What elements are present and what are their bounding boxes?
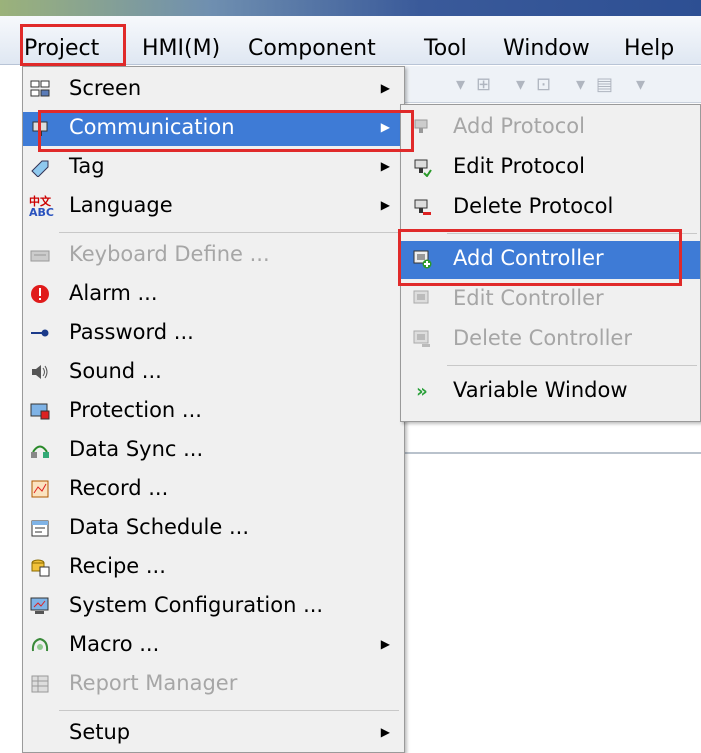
menu-item-macro[interactable]: Macro ... ▶ bbox=[23, 629, 404, 663]
toolbar-grid-icon[interactable]: ⊡ bbox=[536, 74, 551, 95]
menu-item-alarm[interactable]: Alarm ... bbox=[23, 278, 404, 312]
menu-item-language[interactable]: 中文 ABC Language ▶ bbox=[23, 190, 404, 224]
menu-hmi[interactable]: HMI(M) bbox=[142, 36, 220, 61]
record-icon bbox=[29, 479, 51, 501]
submenu-item-delete-protocol[interactable]: Delete Protocol bbox=[401, 189, 700, 227]
keyboard-icon bbox=[29, 245, 51, 267]
key-icon bbox=[29, 323, 51, 345]
add-controller-icon bbox=[411, 249, 433, 271]
menu-item-data-schedule[interactable]: Data Schedule ... bbox=[23, 512, 404, 546]
menu-separator bbox=[59, 710, 399, 711]
menu-bar: Project HMI(M) Component Tool Window Hel… bbox=[0, 16, 701, 65]
toolbar-layer-icon[interactable]: ▤ bbox=[596, 74, 613, 95]
toolbar-dropdown-icon[interactable]: ▾ bbox=[636, 74, 645, 95]
submenu-arrow-icon: ▶ bbox=[380, 637, 390, 651]
menu-window[interactable]: Window bbox=[503, 36, 590, 61]
submenu-item-add-protocol[interactable]: Add Protocol bbox=[401, 109, 700, 147]
communication-submenu: Add Protocol Edit Protocol Delete Protoc… bbox=[400, 104, 701, 422]
menu-item-keyboard-define[interactable]: Keyboard Define ... bbox=[23, 239, 404, 273]
schedule-icon bbox=[29, 518, 51, 540]
project-menu: Screen ▶ Communication ▶ Tag ▶ 中文 ABC Lan… bbox=[22, 66, 405, 753]
report-icon bbox=[29, 674, 51, 696]
submenu-item-add-controller[interactable]: Add Controller bbox=[401, 241, 700, 279]
tag-icon bbox=[29, 157, 51, 179]
double-chevron-right-icon: » bbox=[416, 381, 428, 402]
menu-item-record[interactable]: Record ... bbox=[23, 473, 404, 507]
recipe-icon bbox=[29, 557, 51, 579]
submenu-item-variable-window[interactable]: » Variable Window bbox=[401, 373, 700, 411]
window-title-bar bbox=[0, 0, 701, 16]
menu-project[interactable]: Project bbox=[24, 36, 99, 61]
background-toolbar bbox=[405, 66, 701, 103]
communication-icon bbox=[29, 118, 51, 140]
submenu-item-edit-protocol[interactable]: Edit Protocol bbox=[401, 149, 700, 187]
menu-item-communication[interactable]: Communication ▶ bbox=[23, 112, 404, 146]
menu-item-system-configuration[interactable]: System Configuration ... bbox=[23, 590, 404, 624]
submenu-arrow-icon: ▶ bbox=[380, 81, 390, 95]
edit-protocol-icon bbox=[411, 157, 433, 179]
menu-item-setup[interactable]: Setup ▶ bbox=[23, 717, 404, 751]
menu-item-password[interactable]: Password ... bbox=[23, 317, 404, 351]
toolbar-dropdown-icon[interactable]: ▾ bbox=[576, 74, 585, 95]
menu-item-data-sync[interactable]: Data Sync ... bbox=[23, 434, 404, 468]
data-sync-icon bbox=[29, 440, 51, 462]
submenu-arrow-icon: ▶ bbox=[380, 159, 390, 173]
submenu-arrow-icon: ▶ bbox=[380, 725, 390, 739]
toolbar-align-icon[interactable]: ⊞ bbox=[476, 74, 491, 95]
submenu-item-edit-controller[interactable]: Edit Controller bbox=[401, 281, 700, 319]
add-protocol-icon bbox=[411, 117, 433, 139]
menu-item-tag[interactable]: Tag ▶ bbox=[23, 151, 404, 185]
menu-item-protection[interactable]: Protection ... bbox=[23, 395, 404, 429]
speaker-icon bbox=[29, 362, 51, 384]
menu-separator bbox=[59, 232, 399, 233]
menu-item-recipe[interactable]: Recipe ... bbox=[23, 551, 404, 585]
menu-item-screen[interactable]: Screen ▶ bbox=[23, 73, 404, 107]
menu-item-report-manager[interactable]: Report Manager bbox=[23, 668, 404, 702]
edit-controller-icon bbox=[411, 289, 433, 311]
menu-component[interactable]: Component bbox=[248, 36, 376, 61]
alarm-icon bbox=[29, 284, 51, 306]
delete-controller-icon bbox=[411, 329, 433, 351]
toolbar-dropdown-icon[interactable]: ▾ bbox=[456, 74, 465, 95]
screen-icon bbox=[29, 79, 51, 101]
menu-item-sound[interactable]: Sound ... bbox=[23, 356, 404, 390]
submenu-item-delete-controller[interactable]: Delete Controller bbox=[401, 321, 700, 359]
language-icon: 中文 ABC bbox=[29, 195, 54, 219]
submenu-separator bbox=[447, 233, 697, 234]
submenu-separator bbox=[447, 365, 697, 366]
system-config-icon bbox=[29, 596, 51, 618]
toolbar-dropdown-icon[interactable]: ▾ bbox=[516, 74, 525, 95]
menu-help[interactable]: Help bbox=[624, 36, 674, 61]
protection-icon bbox=[29, 401, 51, 423]
submenu-arrow-icon: ▶ bbox=[380, 120, 390, 134]
menu-tool[interactable]: Tool bbox=[424, 36, 467, 61]
background-divider bbox=[405, 452, 701, 454]
submenu-arrow-icon: ▶ bbox=[380, 198, 390, 212]
macro-icon bbox=[29, 635, 51, 657]
delete-protocol-icon bbox=[411, 197, 433, 219]
